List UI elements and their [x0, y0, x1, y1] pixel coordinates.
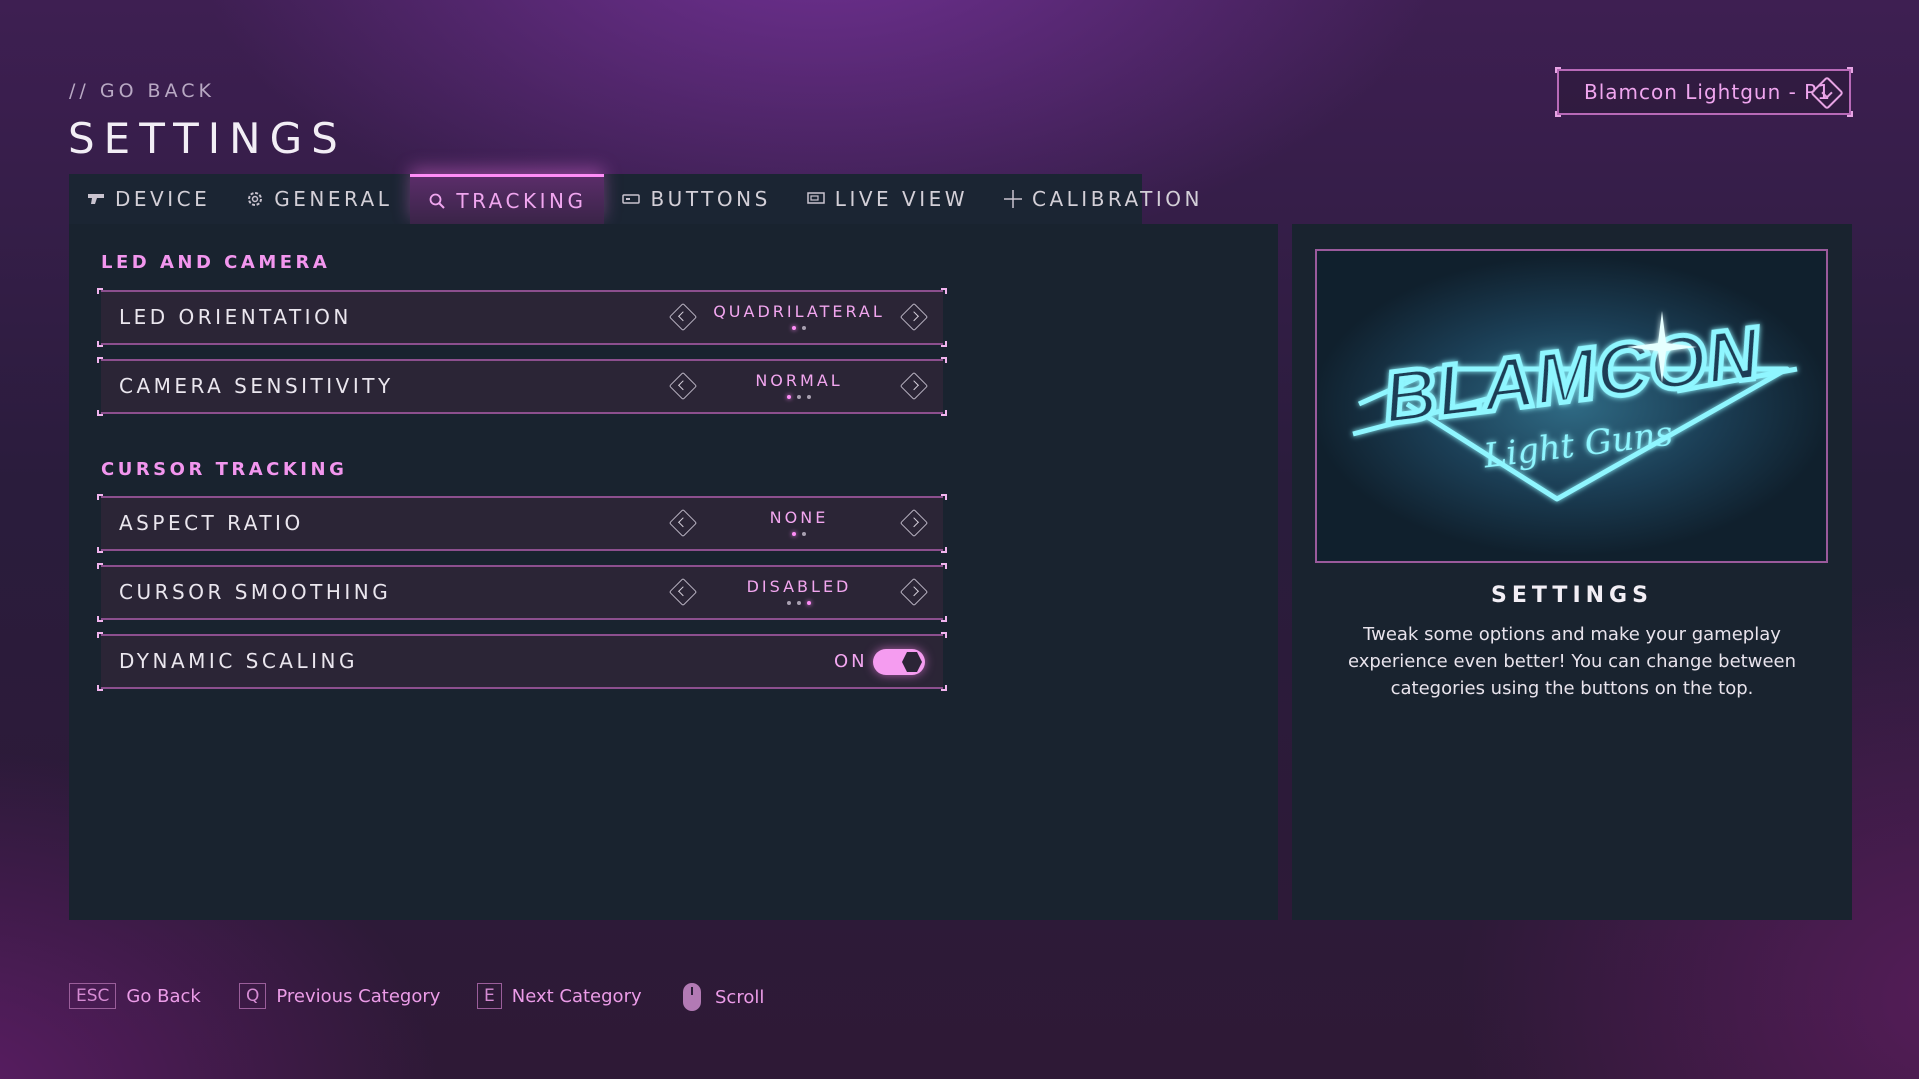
blamcon-logo-image: BLAMCON Light Guns [1315, 249, 1828, 563]
chevron-right-icon[interactable] [899, 371, 929, 401]
setting-label: LED ORIENTATION [119, 305, 352, 329]
setting-value: NONE [769, 508, 829, 527]
q-key-icon: Q [239, 983, 267, 1009]
option-indicator [701, 532, 897, 536]
tab-label: DEVICE [115, 187, 211, 211]
mouse-icon [683, 983, 701, 1011]
option-indicator [701, 395, 897, 399]
option-indicator [701, 601, 897, 605]
hint-go-back[interactable]: ESC Go Back [69, 983, 201, 1009]
setting-row-led-orientation[interactable]: LED ORIENTATION QUADRILATERAL [97, 288, 947, 347]
crosshair-icon [1004, 190, 1023, 208]
hint-label: Next Category [511, 985, 642, 1007]
buttons-icon [622, 193, 641, 205]
tab-live-view[interactable]: LIVE VIEW [789, 174, 986, 224]
hint-scroll[interactable]: Scroll [683, 983, 764, 1011]
esc-key-icon: ESC [69, 983, 117, 1009]
tab-label: LIVE VIEW [834, 187, 969, 211]
setting-row-camera-sensitivity[interactable]: CAMERA SENSITIVITY NORMAL [97, 357, 947, 416]
monitor-icon [807, 192, 825, 206]
chevron-right-icon[interactable] [899, 577, 929, 607]
go-back-link[interactable]: // GO BACK [69, 80, 215, 102]
chevron-right-icon[interactable] [899, 508, 929, 538]
tab-general[interactable]: GENERAL [228, 174, 410, 224]
logo-text: BLAMCON [1379, 311, 1766, 440]
hint-label: Previous Category [276, 985, 441, 1007]
info-description: Tweak some options and make your gamepla… [1347, 624, 1797, 699]
setting-label: ASPECT RATIO [119, 511, 304, 535]
tab-label: GENERAL [274, 187, 393, 211]
e-key-icon: E [477, 983, 502, 1009]
setting-label: CURSOR SMOOTHING [119, 580, 392, 604]
tab-label: TRACKING [456, 188, 587, 213]
option-indicator [701, 326, 897, 330]
tab-tracking[interactable]: TRACKING [410, 174, 605, 224]
tab-label: CALIBRATION [1032, 187, 1203, 211]
page-title: SETTINGS [68, 114, 347, 163]
setting-row-aspect-ratio[interactable]: ASPECT RATIO NONE [97, 494, 947, 553]
setting-value: QUADRILATERAL [713, 302, 885, 321]
tab-calibration[interactable]: CALIBRATION [986, 174, 1221, 224]
tab-buttons[interactable]: BUTTONS [604, 174, 788, 224]
tab-device[interactable]: DEVICE [69, 174, 228, 224]
section-title-led-camera: LED AND CAMERA [101, 252, 331, 273]
toggle-state-label: ON [834, 651, 868, 672]
hint-label: Scroll [715, 986, 765, 1008]
device-selector-label: Blamcon Lightgun - P1 [1584, 80, 1831, 104]
chevron-left-icon[interactable] [668, 371, 698, 401]
hint-previous-category[interactable]: Q Previous Category [239, 983, 440, 1009]
lightgun-icon [87, 192, 105, 206]
setting-label: CAMERA SENSITIVITY [119, 374, 394, 398]
setting-label: DYNAMIC SCALING [119, 649, 358, 673]
chevron-left-icon[interactable] [668, 577, 698, 607]
section-title-cursor-tracking: CURSOR TRACKING [101, 459, 348, 480]
device-selector-dropdown[interactable]: Blamcon Lightgun - P1 [1555, 67, 1853, 117]
setting-row-dynamic-scaling[interactable]: DYNAMIC SCALING ON [97, 632, 947, 691]
tab-label: BUTTONS [650, 187, 771, 211]
dynamic-scaling-toggle[interactable] [873, 649, 925, 675]
setting-row-cursor-smoothing[interactable]: CURSOR SMOOTHING DISABLED [97, 563, 947, 622]
hint-next-category[interactable]: E Next Category [477, 983, 642, 1009]
search-icon [428, 192, 446, 210]
setting-value: NORMAL [755, 371, 843, 390]
chevron-left-icon[interactable] [668, 508, 698, 538]
chevron-right-icon[interactable] [899, 302, 929, 332]
blamcon-logo-icon: BLAMCON Light Guns [1352, 309, 1798, 502]
hint-label: Go Back [126, 985, 201, 1007]
chevron-left-icon[interactable] [668, 302, 698, 332]
category-tabs: DEVICE GENERAL TRACKING BUTTONS LIVE VIE… [69, 174, 1199, 224]
gear-icon [246, 190, 264, 208]
setting-value: DISABLED [746, 577, 852, 596]
info-title: SETTINGS [1491, 583, 1653, 608]
